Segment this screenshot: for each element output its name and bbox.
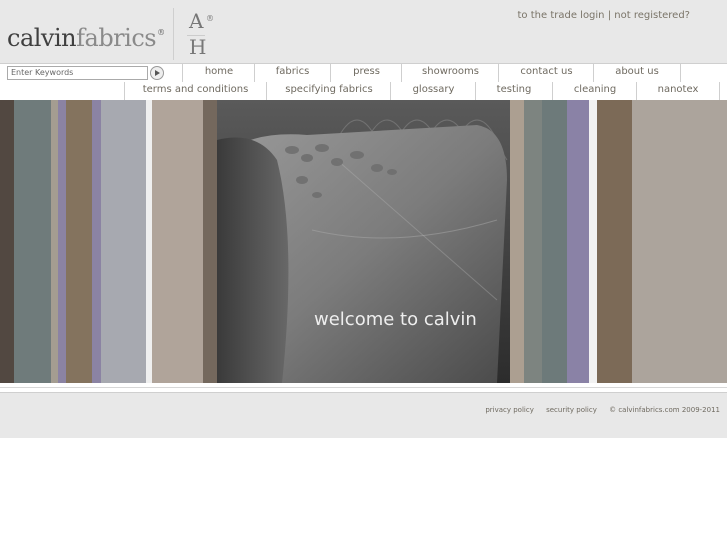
nav-fabrics[interactable]: fabrics: [254, 64, 330, 82]
trade-links: to the trade login | not registered?: [518, 10, 690, 21]
stripe: [589, 100, 597, 383]
stripe: [92, 100, 101, 383]
nav-glossary[interactable]: glossary: [390, 82, 476, 100]
stripe: [14, 100, 51, 383]
copyright: © calvinfabrics.com 2009-2011: [609, 406, 720, 414]
nav-terms-and-conditions[interactable]: terms and conditions: [124, 82, 266, 100]
stripe: [58, 100, 66, 383]
site-footer: privacy policy security policy © calvinf…: [0, 393, 727, 438]
search-go-icon[interactable]: [150, 66, 164, 80]
stripe: [152, 100, 203, 383]
site-header: calvinfabrics® A H ® to the trade login …: [0, 0, 727, 63]
logo-divider: [173, 8, 174, 60]
nav-cleaning[interactable]: cleaning: [552, 82, 637, 100]
link-separator: |: [607, 10, 612, 21]
footer-links: privacy policy security policy © calvinf…: [475, 406, 720, 414]
stripe: [524, 100, 542, 383]
stripe: [203, 100, 217, 383]
nav-specifying-fabrics[interactable]: specifying fabrics: [266, 82, 391, 100]
nav-press[interactable]: press: [330, 64, 402, 82]
stripe: [66, 100, 92, 383]
stripe: [542, 100, 567, 383]
stripe: [567, 100, 589, 383]
trade-login-link[interactable]: to the trade login: [518, 10, 605, 21]
ah-divider: [187, 35, 205, 36]
search-input[interactable]: Enter Keywords: [7, 66, 148, 80]
register-link[interactable]: not registered?: [614, 10, 690, 21]
stripe: [632, 100, 727, 383]
nav-end: [719, 82, 727, 100]
ah-logo[interactable]: A H ®: [187, 8, 214, 60]
nav-home[interactable]: home: [182, 64, 255, 82]
nav-showrooms[interactable]: showrooms: [401, 64, 499, 82]
stripe: [101, 100, 146, 383]
nav-testing[interactable]: testing: [475, 82, 552, 100]
nav-nanotex[interactable]: nanotex: [636, 82, 719, 100]
privacy-policy-link[interactable]: privacy policy: [485, 406, 534, 414]
main-nav: Enter Keywords home fabrics press showro…: [0, 63, 727, 83]
security-policy-link[interactable]: security policy: [546, 406, 597, 414]
stripe: [597, 100, 632, 383]
stripe: [51, 100, 58, 383]
hero-photo: [217, 100, 510, 383]
sub-nav: terms and conditions specifying fabrics …: [0, 82, 727, 101]
nav-about-us[interactable]: about us: [593, 64, 680, 82]
calvin-fabrics-logo[interactable]: calvinfabrics®: [7, 24, 165, 52]
nav-spacer: [680, 64, 727, 82]
nav-contact-us[interactable]: contact us: [498, 64, 594, 82]
stripe: [0, 100, 14, 383]
stripe: [510, 100, 524, 383]
welcome-text: welcome to calvin: [314, 309, 477, 330]
footer-divider: [0, 384, 727, 393]
fabric-photo-image: [217, 100, 510, 383]
